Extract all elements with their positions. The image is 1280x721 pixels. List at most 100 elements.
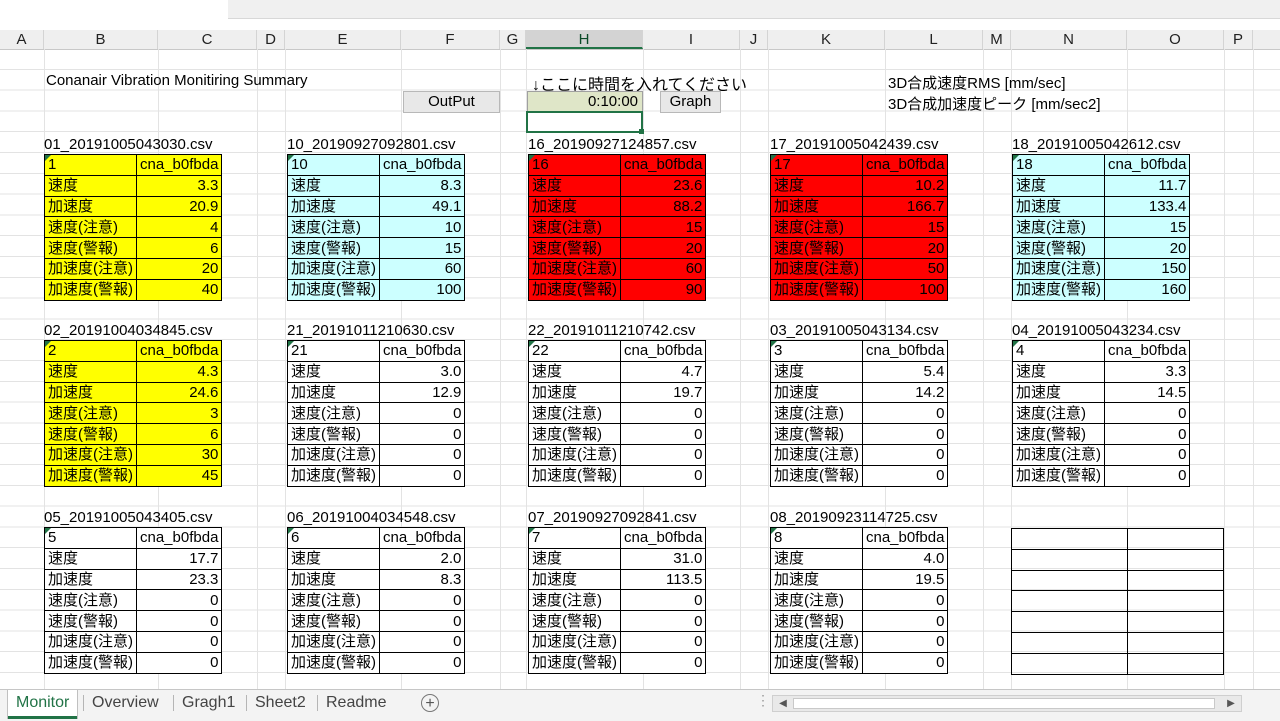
- metric-label-cell[interactable]: 速度(注意): [287, 589, 380, 612]
- column-header-b[interactable]: B: [44, 30, 158, 49]
- metric-label-cell[interactable]: 加速度: [1012, 381, 1105, 404]
- metric-label-cell[interactable]: 速度(注意): [528, 402, 621, 425]
- metric-label-cell[interactable]: 加速度(警報): [528, 651, 621, 674]
- metric-label-cell[interactable]: 加速度(警報): [287, 278, 380, 301]
- sensor-file-name[interactable]: 18_20191005042612.csv: [1012, 136, 1181, 153]
- empty-cell[interactable]: [1011, 652, 1128, 675]
- sensor-id-cell[interactable]: 22: [528, 340, 621, 362]
- empty-cell[interactable]: [1127, 548, 1224, 571]
- sensor-file-name[interactable]: 22_20191011210742.csv: [528, 322, 695, 339]
- metric-value-cell[interactable]: 0: [619, 610, 707, 632]
- metric-label-cell[interactable]: 速度(警報): [770, 610, 863, 632]
- sensor-id-cell[interactable]: 1: [44, 154, 137, 176]
- metric-value-cell[interactable]: 0: [619, 589, 707, 612]
- metric-value-cell[interactable]: 0: [378, 630, 466, 653]
- sheet-tab-monitor[interactable]: Monitor: [8, 690, 78, 719]
- sensor-id-cell[interactable]: 6: [287, 527, 380, 549]
- scrollbar-thumb[interactable]: [793, 698, 1215, 709]
- sensor-id-cell[interactable]: 3: [770, 340, 863, 362]
- add-sheet-icon[interactable]: +: [421, 694, 439, 712]
- metric-label-cell[interactable]: 速度(注意): [287, 216, 380, 239]
- column-header-m[interactable]: M: [983, 30, 1011, 49]
- metric-label-cell[interactable]: 速度(警報): [770, 237, 863, 259]
- column-header-n[interactable]: N: [1011, 30, 1127, 49]
- device-name-cell[interactable]: cna_b0fbda: [135, 340, 223, 362]
- metric-label-cell[interactable]: 加速度(注意): [770, 257, 863, 280]
- metric-label-cell[interactable]: 加速度(注意): [770, 630, 863, 653]
- metric-value-cell[interactable]: 20: [1103, 237, 1191, 259]
- metric-value-cell[interactable]: 14.2: [861, 381, 949, 404]
- metric-value-cell[interactable]: 113.5: [619, 568, 707, 591]
- metric-value-cell[interactable]: 160: [1103, 278, 1191, 301]
- column-header-f[interactable]: F: [401, 30, 500, 49]
- column-header-h[interactable]: H: [526, 30, 643, 49]
- metric-label-cell[interactable]: 加速度(注意): [44, 257, 137, 280]
- sensor-file-name[interactable]: 01_20191005043030.csv: [44, 136, 213, 153]
- sensor-id-cell[interactable]: 4: [1012, 340, 1105, 362]
- metric-value-cell[interactable]: 3.3: [1103, 360, 1191, 383]
- metric-label-cell[interactable]: 速度: [770, 547, 863, 570]
- metric-value-cell[interactable]: 0: [378, 423, 466, 445]
- metric-value-cell[interactable]: 6: [135, 237, 223, 259]
- metric-label-cell[interactable]: 速度(警報): [528, 237, 621, 259]
- tab-splitter-icon[interactable]: ⋮: [756, 692, 770, 709]
- metric-value-cell[interactable]: 133.4: [1103, 195, 1191, 218]
- metric-value-cell[interactable]: 4.3: [135, 360, 223, 383]
- metric-label-cell[interactable]: 加速度: [528, 568, 621, 591]
- metric-value-cell[interactable]: 0: [861, 589, 949, 612]
- metric-value-cell[interactable]: 20: [861, 237, 949, 259]
- metric-label-cell[interactable]: 速度(注意): [770, 589, 863, 612]
- metric-value-cell[interactable]: 0: [861, 443, 949, 466]
- metric-label-cell[interactable]: 速度(注意): [770, 216, 863, 239]
- metric-value-cell[interactable]: 49.1: [378, 195, 466, 218]
- empty-cell[interactable]: [1127, 569, 1224, 592]
- metric-label-cell[interactable]: 速度(注意): [44, 402, 137, 425]
- device-name-cell[interactable]: cna_b0fbda: [619, 527, 707, 549]
- metric-value-cell[interactable]: 40: [135, 278, 223, 301]
- metric-label-cell[interactable]: 加速度(警報): [770, 651, 863, 674]
- metric-value-cell[interactable]: 0: [135, 610, 223, 632]
- metric-label-cell[interactable]: 加速度(警報): [44, 278, 137, 301]
- metric-value-cell[interactable]: 88.2: [619, 195, 707, 218]
- sensor-id-cell[interactable]: 16: [528, 154, 621, 176]
- metric-value-cell[interactable]: 20.9: [135, 195, 223, 218]
- time-input-cell[interactable]: 0:10:00: [527, 91, 643, 112]
- metric-value-cell[interactable]: 19.7: [619, 381, 707, 404]
- metric-label-cell[interactable]: 加速度(注意): [1012, 257, 1105, 280]
- metric-value-cell[interactable]: 100: [378, 278, 466, 301]
- metric-label-cell[interactable]: 速度(注意): [770, 402, 863, 425]
- metric-value-cell[interactable]: 19.5: [861, 568, 949, 591]
- metric-label-cell[interactable]: 加速度: [528, 381, 621, 404]
- metric-label-cell[interactable]: 速度: [770, 360, 863, 383]
- device-name-cell[interactable]: cna_b0fbda: [378, 154, 466, 176]
- metric-value-cell[interactable]: 0: [861, 464, 949, 487]
- sensor-id-cell[interactable]: 5: [44, 527, 137, 549]
- metric-value-cell[interactable]: 4.7: [619, 360, 707, 383]
- empty-cell[interactable]: [1011, 631, 1128, 654]
- metric-value-cell[interactable]: 0: [619, 630, 707, 653]
- metric-label-cell[interactable]: 加速度(注意): [44, 630, 137, 653]
- metric-label-cell[interactable]: 加速度(警報): [44, 464, 137, 487]
- metric-label-cell[interactable]: 速度(警報): [44, 423, 137, 445]
- metric-label-cell[interactable]: 加速度: [770, 195, 863, 218]
- metric-label-cell[interactable]: 速度: [44, 360, 137, 383]
- metric-label-cell[interactable]: 加速度(警報): [44, 651, 137, 674]
- empty-cell[interactable]: [1127, 590, 1224, 613]
- metric-value-cell[interactable]: 4: [135, 216, 223, 239]
- metric-label-cell[interactable]: 速度(警報): [44, 610, 137, 632]
- metric-value-cell[interactable]: 4.0: [861, 547, 949, 570]
- metric-value-cell[interactable]: 24.6: [135, 381, 223, 404]
- metric-label-cell[interactable]: 加速度(警報): [528, 464, 621, 487]
- column-header-e[interactable]: E: [285, 30, 401, 49]
- metric-label-cell[interactable]: 速度: [287, 360, 380, 383]
- sensor-id-cell[interactable]: 8: [770, 527, 863, 549]
- device-name-cell[interactable]: cna_b0fbda: [861, 154, 949, 176]
- metric-label-cell[interactable]: 速度: [528, 360, 621, 383]
- metric-label-cell[interactable]: 加速度: [770, 568, 863, 591]
- metric-value-cell[interactable]: 0: [1103, 443, 1191, 466]
- metric-value-cell[interactable]: 0: [619, 464, 707, 487]
- metric-value-cell[interactable]: 60: [619, 257, 707, 280]
- metric-value-cell[interactable]: 30: [135, 443, 223, 466]
- metric-label-cell[interactable]: 速度(警報): [528, 610, 621, 632]
- empty-cell[interactable]: [1127, 652, 1224, 675]
